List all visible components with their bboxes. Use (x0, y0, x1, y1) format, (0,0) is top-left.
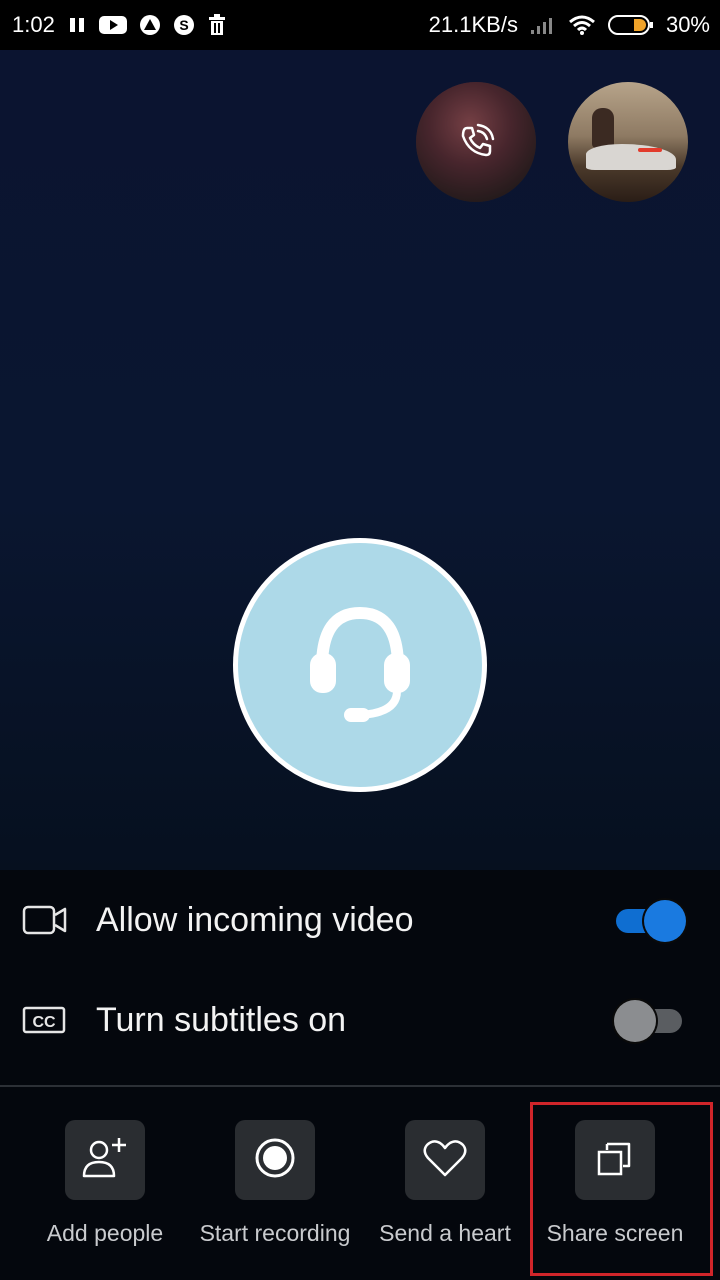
closed-captions-icon: CC (22, 1005, 68, 1035)
app-a-icon (139, 14, 161, 36)
heart-icon (422, 1138, 468, 1183)
skype-icon: S (173, 14, 195, 36)
signal-icon (530, 15, 556, 35)
svg-text:CC: CC (32, 1014, 56, 1031)
battery-percent: 30% (665, 12, 710, 37)
avatar-person-shape (592, 108, 614, 148)
share-screen-highlight-box (530, 1102, 713, 1276)
send-heart-button[interactable] (405, 1120, 485, 1200)
record-icon (253, 1136, 297, 1185)
incoming-video-row[interactable]: Allow incoming video (0, 870, 720, 970)
subtitles-label: Turn subtitles on (96, 1000, 347, 1039)
incoming-video-label: Allow incoming video (96, 900, 414, 939)
phone-ringing-icon (456, 122, 496, 162)
svg-text:S: S (179, 17, 188, 33)
subtitles-row[interactable]: CC Turn subtitles on (0, 970, 720, 1070)
subtitles-toggle[interactable] (614, 999, 686, 1042)
start-recording-label: Start recording (199, 1220, 351, 1246)
participant-avatar-2[interactable] (568, 82, 688, 202)
pause-icon (67, 15, 87, 35)
participant-avatar-1[interactable] (416, 82, 536, 202)
status-time: 1:02 (12, 12, 55, 37)
send-heart-action[interactable]: Send a heart (360, 1120, 530, 1260)
add-person-icon (81, 1136, 129, 1185)
add-people-action[interactable]: Add people (20, 1120, 190, 1260)
trash-icon (207, 14, 227, 36)
video-camera-icon (22, 905, 68, 935)
network-speed: 21.1KB/s (428, 12, 518, 37)
main-caller-avatar (233, 538, 487, 792)
avatar-car-shape (586, 144, 676, 170)
add-people-button[interactable] (65, 1120, 145, 1200)
incoming-video-toggle[interactable] (614, 899, 686, 942)
start-recording-button[interactable] (235, 1120, 315, 1200)
headset-icon (300, 593, 420, 738)
status-bar: 1:02 S 21.1KB/s 30% (0, 0, 720, 50)
toggle-knob (614, 1000, 656, 1042)
avatar-tail-light (638, 148, 662, 152)
sheet-divider (0, 1085, 720, 1087)
toggle-knob (644, 900, 686, 942)
start-recording-action[interactable]: Start recording (190, 1120, 360, 1260)
send-heart-label: Send a heart (379, 1220, 511, 1246)
youtube-icon (98, 15, 127, 35)
call-area (0, 50, 720, 870)
add-people-label: Add people (46, 1220, 164, 1246)
battery-icon (607, 14, 654, 36)
wifi-icon (568, 14, 596, 36)
